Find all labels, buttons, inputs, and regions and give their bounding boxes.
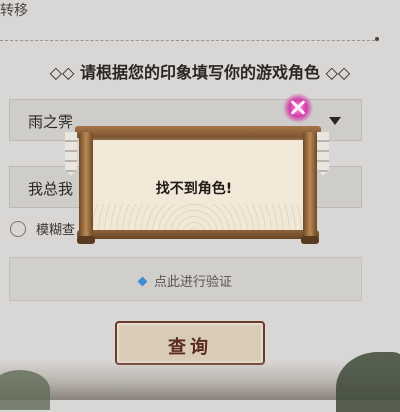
dialog-message: 找不到角色! xyxy=(155,181,233,197)
diamond-ornament-icon: ◇◇ xyxy=(49,63,80,82)
chevron-down-icon[interactable] xyxy=(329,117,341,125)
fuzzy-search-option[interactable]: 模糊查 xyxy=(10,219,75,238)
paper-tassel-right xyxy=(317,132,329,176)
diamond-ornament-icon: ◇◇ xyxy=(320,63,351,82)
fuzzy-search-radio[interactable] xyxy=(10,220,26,237)
query-button[interactable]: 查询 xyxy=(115,321,265,365)
scroll-roller-top xyxy=(75,126,321,138)
scroll-knob-right xyxy=(301,236,319,244)
divider-dot xyxy=(375,37,379,41)
scroll-knob-left xyxy=(77,236,95,244)
close-icon[interactable] xyxy=(283,93,313,123)
error-dialog: 找不到角色! xyxy=(65,122,329,246)
divider xyxy=(0,40,375,41)
paper-tassel-left xyxy=(65,132,77,176)
shield-verify-icon xyxy=(137,276,148,287)
prompt-text: 请根据您的印象填写你的游戏角色 xyxy=(79,63,320,82)
scroll-roller-bottom xyxy=(77,230,319,239)
verify-button[interactable]: 点此进行验证 xyxy=(9,257,362,301)
transfer-label: 转移 xyxy=(0,3,28,19)
role-query-screen: 转移 ◇◇ 请根据您的印象填写你的游戏角色 ◇◇ 雨之霁 我总我 模糊查 点此进… xyxy=(0,0,400,412)
background-leaf xyxy=(0,370,50,410)
query-label: 查询 xyxy=(168,337,212,358)
scroll-post-right xyxy=(303,132,317,242)
prompt-heading: ◇◇ 请根据您的印象填写你的游戏角色 ◇◇ xyxy=(0,59,400,83)
verify-label: 点此进行验证 xyxy=(153,275,232,290)
